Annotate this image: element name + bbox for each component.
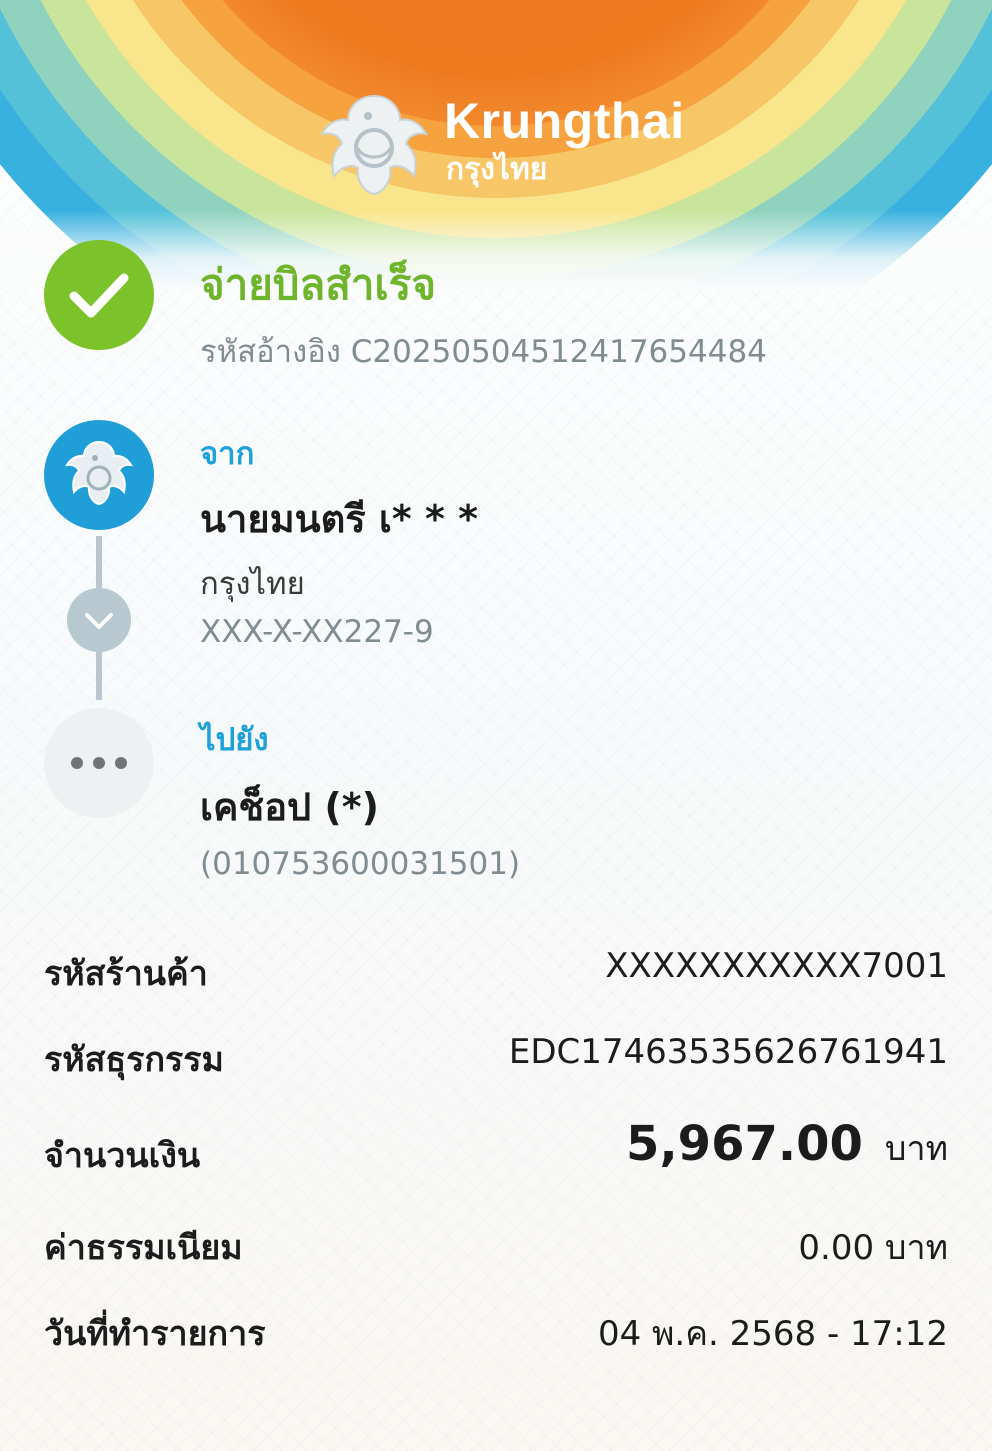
status-title: จ่ายบิลสำเร็จ bbox=[200, 260, 436, 309]
date-value: 04 พ.ค. 2568 - 17:12 bbox=[597, 1314, 948, 1354]
from-bank-avatar bbox=[44, 420, 154, 530]
amount-row: จำนวนเงิน 5,967.00 บาท bbox=[44, 1116, 948, 1192]
brand-name-en: Krungthai bbox=[444, 93, 685, 149]
from-label: จาก bbox=[200, 436, 255, 472]
to-tax-id: (010753600031501) bbox=[200, 846, 521, 882]
merchant-code-label: รหัสร้านค้า bbox=[44, 954, 208, 994]
timeline-line-top bbox=[96, 536, 102, 588]
date-label: วันที่ทำรายการ bbox=[44, 1314, 266, 1354]
timeline-line-bottom bbox=[96, 652, 102, 700]
amount-value-group: 5,967.00 บาท bbox=[626, 1116, 948, 1175]
from-bank: กรุงไทย bbox=[200, 566, 305, 602]
krungthai-logo-icon bbox=[320, 94, 428, 196]
amount-label: จำนวนเงิน bbox=[44, 1136, 201, 1176]
chevron-down-icon bbox=[85, 613, 113, 629]
from-name: นายมนตรี เ* * * bbox=[200, 497, 478, 541]
amount-value: 5,967.00 bbox=[626, 1116, 863, 1172]
date-row: วันที่ทำรายการ 04 พ.ค. 2568 - 17:12 bbox=[44, 1306, 948, 1366]
more-dots-icon bbox=[71, 757, 127, 769]
fee-label: ค่าธรรมเนียม bbox=[44, 1228, 243, 1268]
fee-row: ค่าธรรมเนียม 0.00 บาท bbox=[44, 1220, 948, 1280]
reference-number: รหัสอ้างอิง C202505045124176544​84 bbox=[200, 334, 767, 370]
from-account: XXX-X-XX227-9 bbox=[200, 614, 434, 650]
check-icon bbox=[69, 273, 129, 318]
amount-unit: บาท bbox=[884, 1129, 948, 1169]
transaction-id-value: EDC17463535626761941 bbox=[508, 1032, 948, 1072]
transaction-id-row: รหัสธุรกรรม EDC17463535626761941 bbox=[44, 1032, 948, 1092]
brand-name-th: กรุงไทย bbox=[446, 152, 548, 187]
transaction-id-label: รหัสธุรกรรม bbox=[44, 1040, 224, 1080]
expand-details-toggle[interactable] bbox=[67, 588, 131, 652]
merchant-code-row: รหัสร้านค้า XXXXXXXXXXX7001 bbox=[44, 946, 948, 1006]
krungthai-garuda-icon bbox=[65, 440, 133, 506]
to-name: เคช็อป (*) bbox=[200, 785, 379, 829]
to-merchant-avatar bbox=[44, 708, 154, 818]
to-label: ไปยัง bbox=[200, 722, 269, 758]
fee-value: 0.00 บาท bbox=[798, 1228, 948, 1268]
success-badge bbox=[44, 240, 154, 350]
merchant-code-value: XXXXXXXXXXX7001 bbox=[605, 946, 948, 986]
